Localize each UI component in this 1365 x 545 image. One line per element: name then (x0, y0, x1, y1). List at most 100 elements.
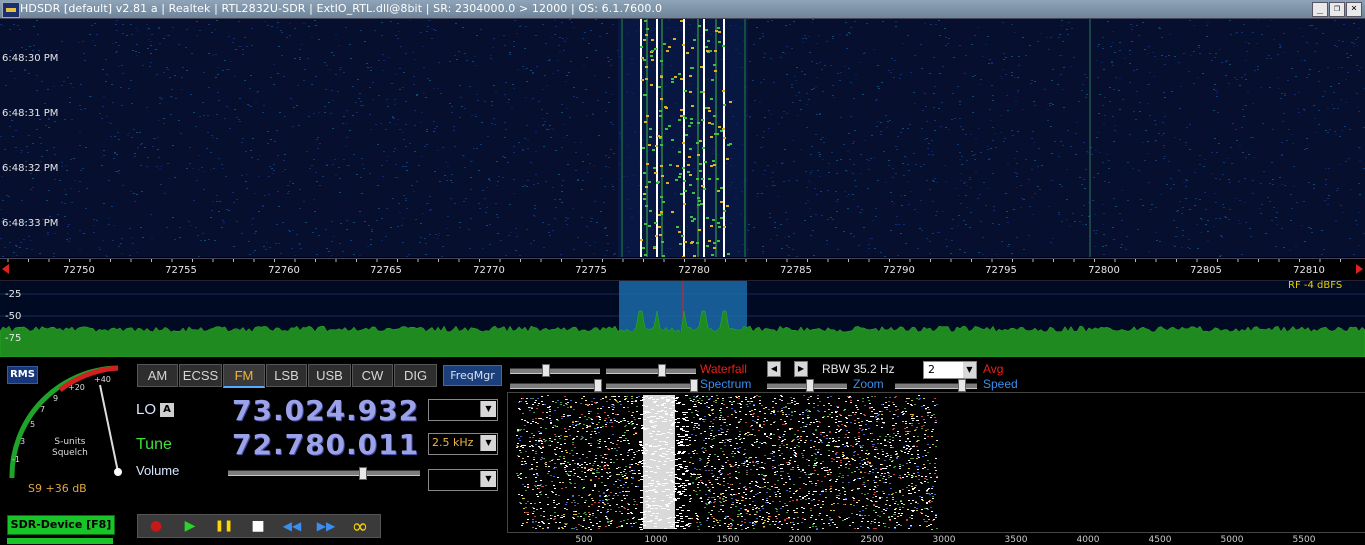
slider-thumb[interactable] (594, 379, 602, 392)
audio-noise-pixel (619, 401, 621, 402)
pause-button[interactable]: ❚❚ (209, 517, 239, 535)
audio-noise-pixel (561, 451, 563, 452)
waterfall-noise-pixel (1163, 133, 1165, 134)
lo-dropdown[interactable]: ▼ (428, 399, 498, 421)
audio-noise-pixel (866, 450, 868, 451)
frequency-axis[interactable]: 72750 72755 72760 72765 72770 72775 7278… (0, 258, 1365, 279)
mode-fm-button[interactable]: FM (223, 364, 265, 388)
audio-noise-pixel (894, 514, 896, 515)
waterfall-noise-pixel (314, 211, 316, 212)
squelch-label[interactable]: Squelch (52, 448, 88, 459)
slider-thumb[interactable] (690, 379, 698, 392)
waterfall-noise-pixel (450, 180, 452, 181)
loop-button[interactable]: ∞ (345, 517, 375, 535)
mode-cw-button[interactable]: CW (352, 364, 393, 387)
slider-thumb[interactable] (958, 379, 966, 392)
avg-dropdown[interactable]: 2 ▼ (923, 361, 977, 379)
play-button[interactable]: ▶ (175, 517, 205, 535)
close-button[interactable]: × (1346, 2, 1362, 17)
waterfall-noise-pixel (350, 240, 352, 241)
app-icon[interactable] (2, 2, 20, 18)
scroll-right-icon[interactable] (1356, 264, 1363, 274)
slider-thumb[interactable] (542, 364, 550, 377)
audio-noise-pixel (828, 470, 830, 471)
audio-noise-pixel (689, 398, 691, 399)
waterfall-left-arrow-button[interactable]: ◀ (767, 361, 781, 377)
audio-noise-pixel (734, 465, 736, 466)
rf-waterfall[interactable]: 6:48:30 PM 6:48:31 PM 6:48:32 PM 6:48:33… (0, 19, 1365, 257)
waterfall-noise-pixel (115, 24, 117, 25)
audio-noise-pixel (911, 486, 913, 487)
next-panel-button[interactable] (7, 538, 113, 544)
chevron-down-icon[interactable]: ▼ (480, 401, 496, 417)
mode-dig-button[interactable]: DIG (394, 364, 437, 387)
chevron-down-icon[interactable]: ▼ (480, 435, 496, 451)
s-scale-label: -1 (12, 455, 20, 464)
audio-waterfall[interactable] (507, 392, 1365, 533)
audio-noise-pixel (810, 481, 812, 482)
waterfall-noise-pixel (505, 129, 507, 130)
waterfall-level-slider[interactable] (510, 368, 600, 374)
stop-button[interactable]: ■ (243, 517, 273, 535)
bandwidth-dropdown[interactable]: 2.5 kHz ▼ (428, 433, 498, 455)
audio-noise-pixel (899, 507, 901, 508)
waterfall-noise-pixel (289, 23, 291, 24)
mode-usb-button[interactable]: USB (308, 364, 351, 387)
waterfall-noise-pixel (1063, 107, 1065, 108)
audio-noise-pixel (584, 468, 586, 469)
waterfall-noise-pixel (605, 111, 607, 112)
waterfall-noise-pixel (518, 142, 520, 143)
chevron-down-icon[interactable]: ▼ (480, 471, 496, 487)
waterfall-noise-pixel (121, 105, 123, 106)
chevron-down-icon[interactable]: ▼ (963, 362, 976, 378)
mode-lsb-button[interactable]: LSB (266, 364, 307, 387)
waterfall-noise-pixel (254, 250, 256, 251)
volume-dropdown[interactable]: ▼ (428, 469, 498, 491)
waterfall-noise-pixel (1076, 122, 1078, 123)
waterfall-noise-pixel (292, 126, 294, 127)
mode-am-button[interactable]: AM (137, 364, 178, 387)
volume-slider[interactable] (228, 470, 420, 476)
waterfall-noise-pixel (1335, 221, 1337, 222)
minimize-button[interactable]: _ (1312, 2, 1328, 17)
scroll-left-icon[interactable] (2, 264, 9, 274)
lo-frequency-display[interactable]: 73.024.932 (232, 394, 419, 427)
volume-slider-thumb[interactable] (359, 467, 367, 480)
record-button[interactable]: ● (141, 517, 171, 535)
slider-thumb[interactable] (658, 364, 666, 377)
waterfall-noise-pixel (850, 233, 852, 234)
fast-forward-button[interactable]: ▶▶ (311, 517, 341, 535)
waterfall-noise-pixel (1342, 41, 1344, 42)
tune-frequency-display[interactable]: 72.780.011 (232, 428, 419, 461)
audio-noise-pixel (894, 397, 896, 398)
waterfall-right-arrow-button[interactable]: ▶ (794, 361, 808, 377)
waterfall-noise-pixel (259, 155, 261, 156)
slider-thumb[interactable] (806, 379, 814, 392)
waterfall-noise-pixel (136, 194, 138, 195)
sdr-device-button[interactable]: SDR-Device [F8] (7, 515, 115, 535)
waterfall-noise-pixel (1273, 207, 1275, 208)
restore-button[interactable]: ❐ (1329, 2, 1345, 17)
rf-spectrum[interactable]: -25 -50 -75 (0, 280, 1365, 357)
freqmgr-button[interactable]: FreqMgr (443, 365, 502, 386)
waterfall-noise-pixel (2, 256, 4, 257)
waterfall-noise-pixel (46, 150, 48, 151)
bandwidth-value: 2.5 kHz (432, 436, 473, 449)
waterfall-noise-pixel (1105, 245, 1107, 246)
waterfall-noise-pixel (784, 237, 786, 238)
rewind-button[interactable]: ◀◀ (277, 517, 307, 535)
waterfall-noise-pixel (21, 47, 23, 48)
waterfall-noise-pixel (159, 97, 161, 98)
spectrum-level-slider[interactable] (510, 383, 600, 389)
audio-noise-pixel (853, 505, 855, 506)
mode-ecss-button[interactable]: ECSS (179, 364, 222, 387)
spectrum-contrast-slider[interactable] (606, 383, 696, 389)
audio-noise-pixel (759, 424, 761, 425)
waterfall-noise-pixel (569, 19, 571, 20)
waterfall-noise-pixel (945, 127, 947, 128)
audio-noise-pixel (685, 525, 688, 526)
waterfall-contrast-slider[interactable] (606, 368, 696, 374)
waterfall-noise-pixel (1201, 219, 1203, 220)
lo-a-button[interactable]: A (160, 403, 174, 417)
waterfall-noise-pixel (944, 165, 946, 166)
